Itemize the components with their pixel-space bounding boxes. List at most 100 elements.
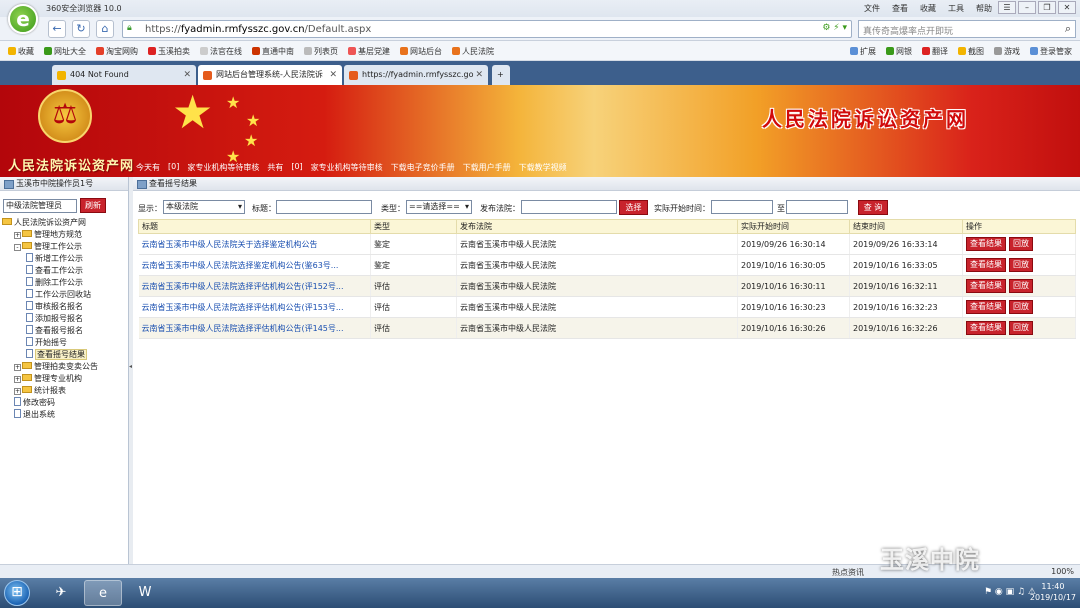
menu-tools[interactable]: 工具 [948,3,964,14]
tab-fyadmin[interactable]: https://fyadmin.rmfysszc.go ✕ [344,65,488,85]
download-bidding-manual-link[interactable]: 下载电子竞价手册 [391,162,455,173]
row-title-link[interactable]: 云南省玉溪市中级人民法院选择评估机构公告(评152号... [142,282,344,291]
address-text[interactable]: https://fyadmin.rmfysszc.gov.cn/Default.… [145,24,371,35]
menu-file[interactable]: 文件 [864,3,880,14]
fav-item[interactable]: 法官在线 [200,46,242,57]
tree-item[interactable]: + 统计报表 [2,385,98,397]
row-title-link[interactable]: 云南省玉溪市中级人民法院选择鉴定机构公告(鉴63号... [142,261,339,270]
restore-button[interactable]: ❐ [1038,1,1056,14]
fav-item[interactable]: 玉溪拍卖 [148,46,190,57]
court-input[interactable] [521,200,617,214]
expand-icon[interactable]: + [14,364,21,371]
tree-item[interactable]: 开始摇号 [2,337,98,349]
tab-admin[interactable]: 网站后台管理系统-人民法院诉 ✕ [198,65,342,85]
tree-item[interactable]: + 管理专业机构 [2,373,98,385]
expand-icon[interactable]: + [14,232,21,239]
download-user-manual-link[interactable]: 下载用户手册 [463,162,511,173]
fav-item[interactable]: 网址大全 [44,46,86,57]
home-icon[interactable]: ⌂ [96,20,114,38]
tree-item[interactable]: 添加报号报名 [2,313,98,325]
type-select[interactable]: ==请选择== [406,200,472,214]
menu-favorites[interactable]: 收藏 [920,3,936,14]
new-tab-button[interactable]: + [492,65,510,85]
playback-button[interactable]: 回放 [1009,279,1033,293]
fav-item[interactable]: 收藏 [8,46,34,57]
fav-item[interactable]: 人民法院 [452,46,494,57]
close-tab-icon[interactable]: ✕ [329,65,337,85]
choose-court-button[interactable]: 选择 [619,200,648,215]
fav-item[interactable]: 网站后台 [400,46,442,57]
ext-item[interactable]: 游戏 [994,46,1020,57]
collapse-arrow-icon[interactable]: ◂ [129,363,132,370]
tree-item[interactable]: 修改密码 [2,397,98,409]
pending-count-total[interactable]: [0] [291,162,302,173]
zoom-level[interactable]: 100% [1051,567,1074,576]
tree-item[interactable]: + 管理拍卖变卖公告 [2,361,98,373]
tree-item[interactable]: 新增工作公示 [2,253,98,265]
refresh-button[interactable]: 刷新 [80,198,106,213]
display-select[interactable]: 本级法院 [163,200,245,214]
system-tray[interactable]: ⚑ ◉ ▣ ♫ ⚠ [984,587,1036,597]
query-button[interactable]: 查 询 [858,200,888,215]
playback-button[interactable]: 回放 [1009,300,1033,314]
playback-button[interactable]: 回放 [1009,258,1033,272]
title-input[interactable] [276,200,372,214]
expand-icon[interactable]: + [14,388,21,395]
skin-button[interactable]: ☰ [998,1,1016,14]
ext-item[interactable]: 扩展 [850,46,876,57]
download-tutorial-video-link[interactable]: 下载教学视频 [519,162,567,173]
close-tab-icon[interactable]: ✕ [183,65,191,85]
browser-app-icon[interactable]: e [84,580,122,606]
tree-item[interactable]: 删除工作公示 [2,277,98,289]
hot-news-link[interactable]: 热点资讯 [832,567,864,578]
ext-item[interactable]: 登录管家 [1030,46,1072,57]
view-result-button[interactable]: 查看结果 [966,321,1006,335]
tree-item[interactable]: 查看工作公示 [2,265,98,277]
tree-item[interactable]: 人民法院诉讼资产网 [2,217,98,229]
fav-item[interactable]: 基层党建 [348,46,390,57]
ext-item[interactable]: 网银 [886,46,912,57]
bird-app-icon[interactable]: ✈ [42,580,80,606]
refresh-icon[interactable]: ↻ [72,20,90,38]
menu-help[interactable]: 帮助 [976,3,992,14]
view-result-button[interactable]: 查看结果 [966,237,1006,251]
close-tab-icon[interactable]: ✕ [475,65,483,85]
search-box[interactable]: 真传奇高爆率点开即玩 ⌕ [858,20,1076,38]
fav-item[interactable]: 直通中南 [252,46,294,57]
tree-item[interactable]: + 管理地方规范 [2,229,98,241]
pending-count-today[interactable]: [0] [168,162,179,173]
minimize-button[interactable]: – [1018,1,1036,14]
playback-button[interactable]: 回放 [1009,321,1033,335]
menu-view[interactable]: 查看 [892,3,908,14]
expand-icon[interactable]: + [14,376,21,383]
view-result-button[interactable]: 查看结果 [966,279,1006,293]
tree-item[interactable]: 审核报名报名 [2,301,98,313]
fav-item[interactable]: 列表页 [304,46,338,57]
view-result-button[interactable]: 查看结果 [966,300,1006,314]
tree-item[interactable]: 退出系统 [2,409,98,421]
playback-button[interactable]: 回放 [1009,237,1033,251]
search-icon[interactable]: ⌕ [1065,22,1071,36]
back-icon[interactable]: ← [48,20,66,38]
ext-item[interactable]: 截图 [958,46,984,57]
ext-item[interactable]: 翻译 [922,46,948,57]
tab-404[interactable]: 404 Not Found ✕ [52,65,196,85]
tree-item[interactable]: 查看摇号结果 [2,349,98,361]
taskbar-clock[interactable]: 11:40 2019/10/17 [1030,581,1076,603]
tree-item[interactable]: 查看报号报名 [2,325,98,337]
row-title-link[interactable]: 云南省玉溪市中级人民法院选择评估机构公告(评153号... [142,303,344,312]
view-result-button[interactable]: 查看结果 [966,258,1006,272]
row-title-link[interactable]: 云南省玉溪市中级人民法院关于选择鉴定机构公告 [142,240,318,249]
start-time-to-input[interactable] [786,200,848,214]
start-time-from-input[interactable] [711,200,773,214]
tree-item[interactable]: 工作公示回收站 [2,289,98,301]
wps-app-icon[interactable]: W [126,580,164,606]
row-title-link[interactable]: 云南省玉溪市中级人民法院选择评估机构公告(评145号... [142,324,344,333]
close-window-button[interactable]: ✕ [1058,1,1076,14]
fav-item[interactable]: 淘宝网购 [96,46,138,57]
role-select[interactable]: 中级法院管理员 [3,199,77,213]
start-button[interactable] [4,580,30,606]
tree-item[interactable]: - 管理工作公示 [2,241,98,253]
address-tools-icon[interactable]: ⚙ ⚡ ▾ [822,23,847,33]
address-bar[interactable]: 🔒︎ https://fyadmin.rmfysszc.gov.cn/Defau… [122,20,852,38]
